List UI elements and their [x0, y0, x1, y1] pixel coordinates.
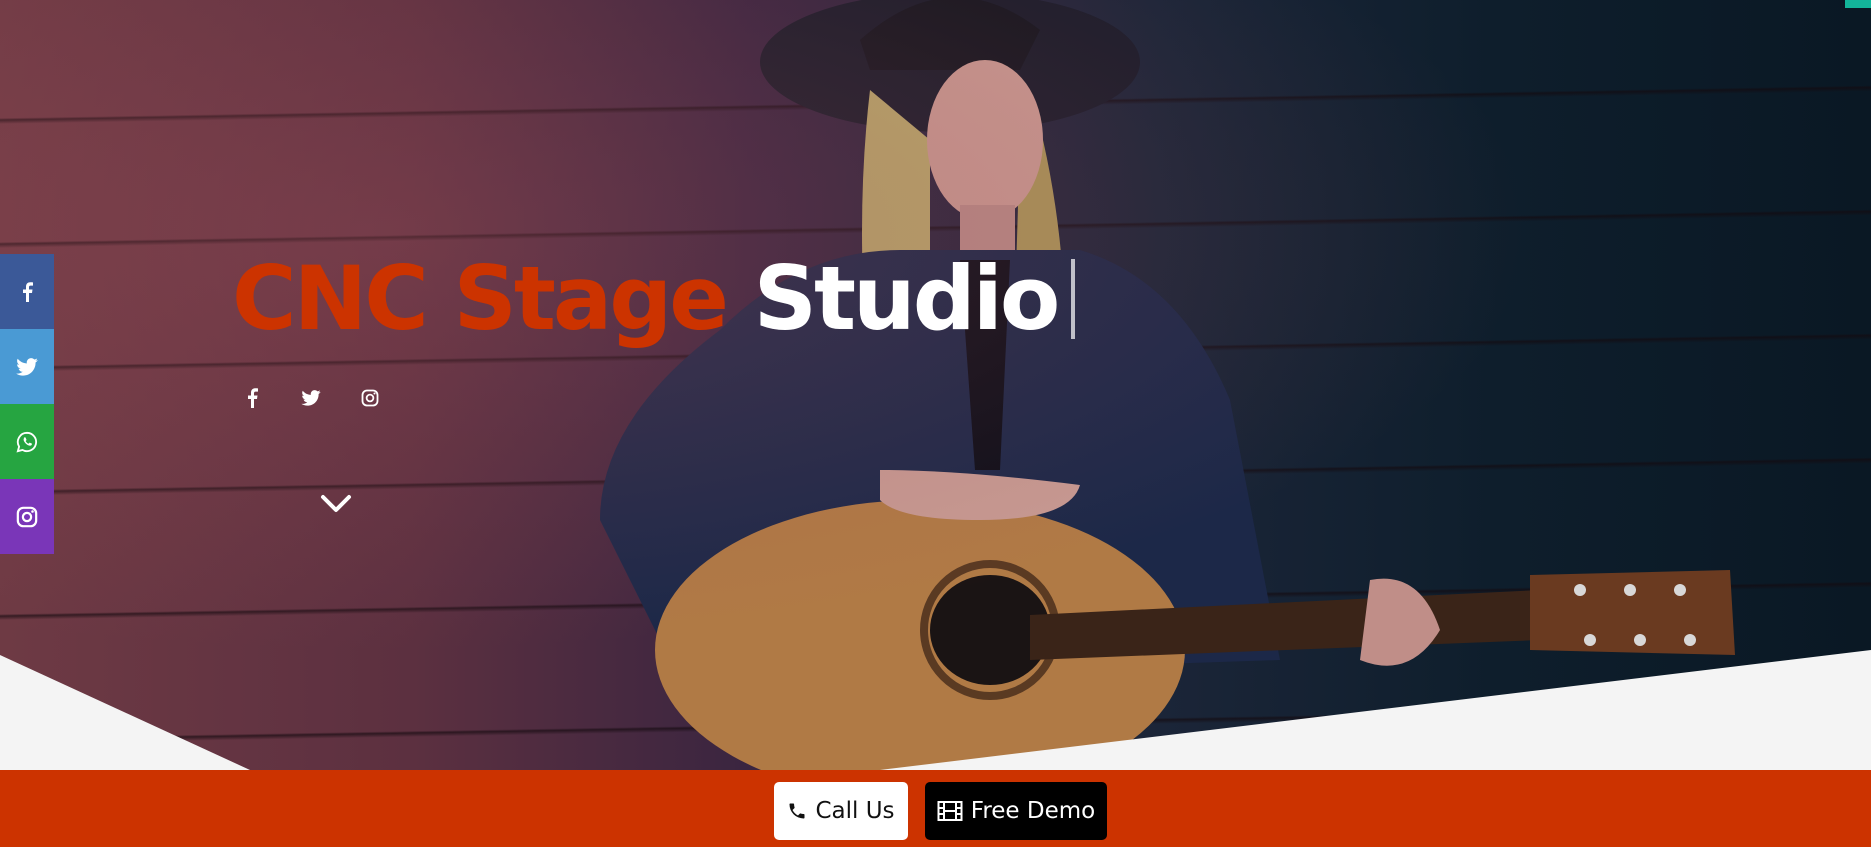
- scroll-down-chevron-icon[interactable]: [320, 494, 352, 518]
- film-icon: [937, 801, 963, 821]
- brand-part-2: Stage: [453, 247, 729, 350]
- cta-bar: Call Us Free Demo: [0, 770, 1871, 847]
- side-twitter-button[interactable]: [0, 329, 54, 404]
- hero-social-links: [240, 386, 382, 410]
- facebook-icon[interactable]: [240, 386, 264, 410]
- brand-title: CNC Stage Studio: [232, 255, 1076, 343]
- hero-photo-musician: [600, 0, 1735, 770]
- call-us-button[interactable]: Call Us: [774, 782, 908, 840]
- free-demo-label: Free Demo: [970, 798, 1096, 824]
- twitter-icon: [16, 357, 38, 376]
- side-facebook-button[interactable]: [0, 254, 54, 329]
- instagram-icon[interactable]: [358, 386, 382, 410]
- brand-part-1: CNC: [232, 247, 429, 350]
- corner-badge[interactable]: [1845, 0, 1871, 8]
- hero-banner: CNC Stage Studio: [0, 0, 1871, 770]
- free-demo-button[interactable]: Free Demo: [925, 782, 1107, 840]
- side-whatsapp-button[interactable]: [0, 404, 54, 479]
- phone-icon: [789, 803, 805, 819]
- whatsapp-icon: [16, 431, 38, 452]
- side-social-bar: [0, 254, 54, 554]
- twitter-icon[interactable]: [299, 386, 323, 410]
- facebook-icon: [23, 281, 33, 302]
- call-us-label: Call Us: [815, 798, 895, 824]
- hero-bottom-wedge: [0, 650, 1871, 770]
- brand-part-3: Studio: [753, 247, 1061, 350]
- side-instagram-button[interactable]: [0, 479, 54, 554]
- typing-cursor: [1071, 259, 1076, 339]
- instagram-icon: [16, 506, 38, 527]
